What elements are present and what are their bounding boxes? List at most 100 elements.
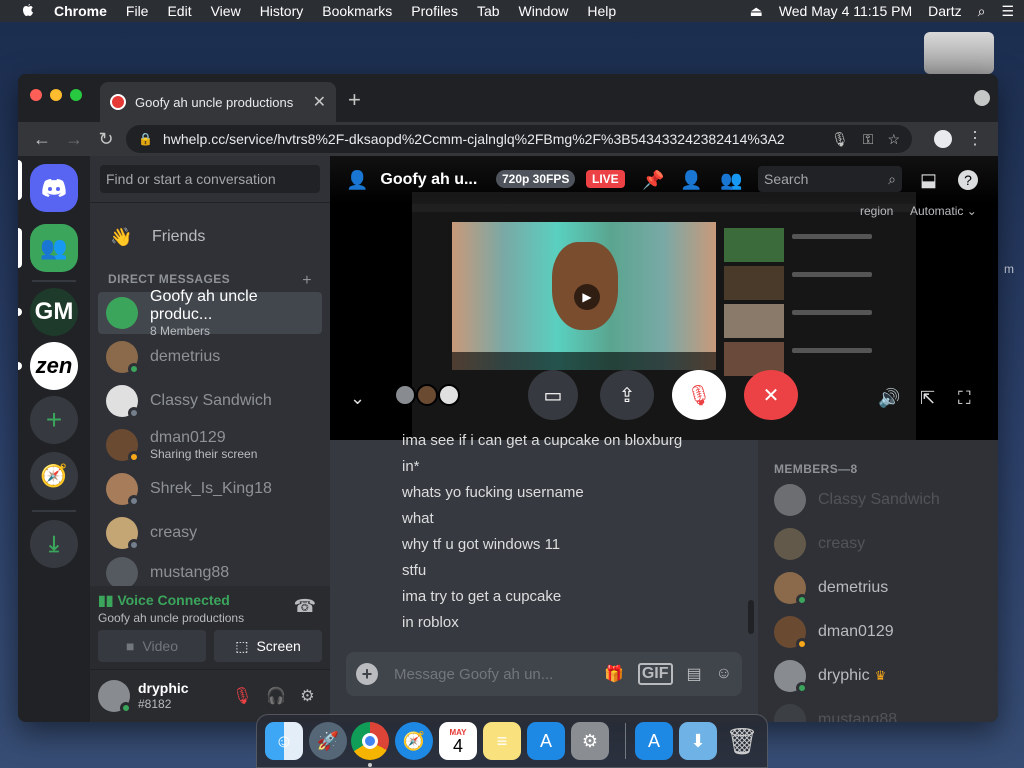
- launchpad-icon[interactable]: 🚀: [309, 722, 347, 760]
- new-tab-icon[interactable]: +: [348, 87, 361, 113]
- share-screen-button[interactable]: ⇪: [600, 370, 654, 420]
- menu-profiles[interactable]: Profiles: [411, 3, 458, 19]
- collapse-chevron-icon[interactable]: ⌄: [350, 388, 365, 409]
- safari-icon[interactable]: 🧭: [395, 722, 433, 760]
- volume-icon[interactable]: 🔊: [878, 388, 900, 409]
- profile-avatar-icon[interactable]: [934, 130, 952, 148]
- dm-item[interactable]: Classy Sandwich: [98, 380, 322, 422]
- stream-view[interactable]: ▶ 👤 Goofy ah u... 720p 30FPS LIVE 📌 👤 👥 …: [330, 156, 998, 440]
- user-settings-gear-icon[interactable]: ⚙: [300, 686, 314, 706]
- member-list-icon[interactable]: 👥: [720, 170, 742, 191]
- video-button[interactable]: ■ Video: [98, 630, 206, 662]
- dm-item[interactable]: Shrek_Is_King18: [98, 468, 322, 510]
- calendar-icon[interactable]: MAY 4: [439, 722, 477, 760]
- lock-icon[interactable]: 🔒: [138, 132, 153, 146]
- spotlight-search-icon[interactable]: ⌕: [978, 3, 986, 20]
- message-composer[interactable]: + Message Goofy ah un... 🎁 GIF ▤ ☺: [346, 652, 742, 696]
- camera-toggle-button[interactable]: ▭: [528, 370, 578, 420]
- mute-button[interactable]: 🎙: [672, 370, 726, 420]
- dm-item[interactable]: creasy: [98, 512, 322, 554]
- explore-servers-icon[interactable]: 🧭: [30, 452, 78, 500]
- member-item[interactable]: dryphic ♛: [774, 660, 886, 694]
- inbox-icon[interactable]: ⬓: [920, 170, 937, 191]
- friends-nav-item[interactable]: 👋 Friends: [98, 216, 322, 258]
- app-store-icon[interactable]: A: [527, 722, 565, 760]
- server-zen-icon[interactable]: zen: [30, 342, 78, 390]
- url-text[interactable]: hwhelp.cc/service/hvtrs8%2F-dksaopd%2Ccm…: [163, 131, 817, 147]
- group-dm-icon[interactable]: 👥: [30, 224, 78, 272]
- finder-icon[interactable]: ☺: [265, 722, 303, 760]
- participant-avatar[interactable]: [394, 384, 416, 406]
- menu-app-name[interactable]: Chrome: [54, 3, 107, 19]
- popout-icon[interactable]: ⇱: [920, 388, 935, 409]
- member-item[interactable]: creasy: [774, 528, 865, 560]
- downloads-folder-icon[interactable]: ⬇: [679, 722, 717, 760]
- screen-share-button[interactable]: ⬚ Screen: [214, 630, 322, 662]
- disconnect-call-button[interactable]: ✕: [744, 370, 798, 420]
- member-item[interactable]: Classy Sandwich: [774, 484, 940, 516]
- menu-help[interactable]: Help: [587, 3, 616, 19]
- notes-icon[interactable]: ≡: [483, 722, 521, 760]
- participant-avatar[interactable]: [416, 384, 438, 406]
- discord-home-icon[interactable]: [30, 164, 78, 212]
- user-name[interactable]: dryphic: [138, 680, 189, 696]
- disconnect-icon[interactable]: ☎: [294, 596, 316, 617]
- dm-item[interactable]: Goofy ah uncle produc... 8 Members: [98, 288, 322, 338]
- help-icon[interactable]: ?: [958, 170, 978, 190]
- server-gm-icon[interactable]: GM: [30, 288, 78, 336]
- user-avatar[interactable]: [98, 680, 132, 714]
- add-friend-icon[interactable]: 👤: [680, 170, 702, 191]
- find-conversation-input[interactable]: Find or start a conversation: [100, 165, 320, 193]
- menu-window[interactable]: Window: [519, 3, 569, 19]
- menubar-clock[interactable]: Wed May 4 11:15 PM: [779, 3, 912, 19]
- dm-item[interactable]: dman0129 Sharing their screen: [98, 424, 322, 466]
- microphone-icon[interactable]: 🎙: [831, 131, 849, 148]
- apple-logo-icon[interactable]: [20, 3, 36, 19]
- eject-icon[interactable]: ⏏: [750, 3, 763, 20]
- sticker-icon[interactable]: ▤: [687, 664, 702, 684]
- member-item[interactable]: demetrius: [774, 572, 888, 606]
- trash-icon[interactable]: 🗑: [723, 722, 761, 760]
- message-input[interactable]: Message Goofy ah un...: [394, 666, 590, 683]
- dm-item[interactable]: demetrius: [98, 336, 322, 378]
- control-center-icon[interactable]: ☰: [1001, 3, 1014, 20]
- menu-bookmarks[interactable]: Bookmarks: [322, 3, 392, 19]
- menubar-user[interactable]: Dartz: [928, 3, 961, 19]
- system-preferences-icon[interactable]: ⚙: [571, 722, 609, 760]
- member-item[interactable]: dman0129: [774, 616, 894, 650]
- chrome-menu-icon[interactable]: ⋮: [966, 128, 984, 149]
- add-server-icon[interactable]: +: [30, 396, 78, 444]
- close-tab-icon[interactable]: ✕: [313, 92, 326, 112]
- desktop-disk-icon[interactable]: [924, 32, 994, 74]
- menu-edit[interactable]: Edit: [167, 3, 191, 19]
- gift-icon[interactable]: 🎁: [604, 664, 624, 684]
- emoji-icon[interactable]: ☺: [716, 665, 732, 683]
- reload-icon[interactable]: ↻: [90, 129, 122, 150]
- pin-icon[interactable]: 📌: [642, 170, 664, 191]
- participant-avatar[interactable]: [438, 384, 460, 406]
- headphones-icon[interactable]: 🎧: [266, 686, 286, 706]
- menu-tab[interactable]: Tab: [477, 3, 500, 19]
- mute-microphone-icon[interactable]: 🎙: [232, 686, 252, 706]
- fullscreen-icon[interactable]: ⛶: [958, 388, 971, 409]
- app-store-downloads-icon[interactable]: A: [635, 722, 673, 760]
- voice-connected-status[interactable]: ▮▮ Voice Connected: [98, 592, 230, 609]
- chat-scrollbar[interactable]: [748, 600, 754, 634]
- forward-icon[interactable]: →: [58, 129, 90, 150]
- tab-search-icon[interactable]: [974, 90, 990, 106]
- download-apps-icon[interactable]: ⤓: [30, 520, 78, 568]
- menu-history[interactable]: History: [260, 3, 304, 19]
- minimize-window-button[interactable]: [50, 89, 62, 101]
- stream-search-input[interactable]: Search ⌕: [758, 166, 902, 192]
- region-dropdown[interactable]: Automatic ⌄: [910, 204, 977, 218]
- key-icon[interactable]: ⚿: [863, 131, 874, 148]
- bookmark-star-icon[interactable]: ☆: [887, 131, 900, 148]
- attach-plus-icon[interactable]: +: [356, 663, 378, 685]
- member-item[interactable]: mustang88: [774, 704, 897, 722]
- voice-channel-name[interactable]: Goofy ah uncle productions: [98, 611, 244, 625]
- gif-button[interactable]: GIF: [637, 663, 673, 685]
- menu-view[interactable]: View: [211, 3, 241, 19]
- chrome-dock-icon[interactable]: [351, 722, 389, 760]
- close-window-button[interactable]: [30, 89, 42, 101]
- address-bar[interactable]: 🔒 hwhelp.cc/service/hvtrs8%2F-dksaopd%2C…: [126, 125, 912, 153]
